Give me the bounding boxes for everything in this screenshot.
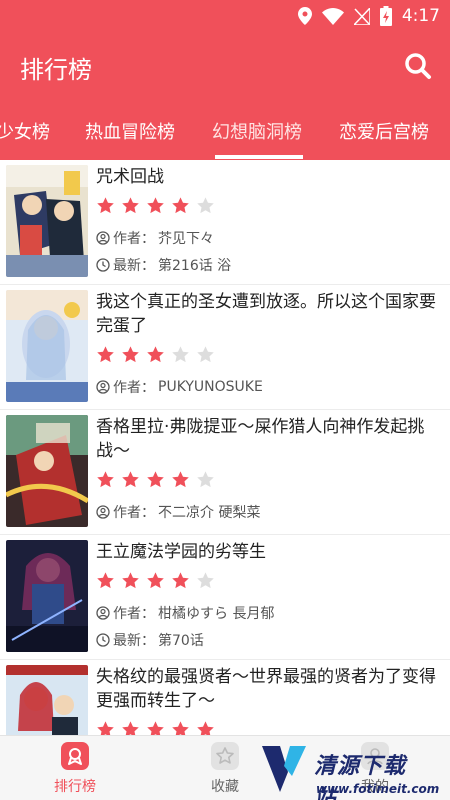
latest-chapter-row: 最新： 第216话 浴	[96, 255, 231, 275]
star-filled-icon	[97, 471, 114, 488]
author-row: 作者： 柑橘ゆすら 長月郁	[96, 603, 274, 623]
author-name: 芥见下々	[158, 231, 214, 247]
star-filled-icon	[172, 471, 189, 488]
manga-cover[interactable]	[6, 290, 88, 402]
status-icons: 4:17	[297, 4, 440, 28]
status-time: 4:17	[401, 6, 440, 26]
person-circle-icon	[96, 505, 110, 519]
star-icon	[211, 742, 239, 770]
latest-chapter: 第70话	[158, 633, 204, 649]
tab-fantasy[interactable]: 幻想脑洞榜	[212, 118, 302, 144]
latest-label: 最新：	[113, 258, 155, 274]
clock-icon	[96, 633, 110, 647]
star-filled-icon	[147, 471, 164, 488]
manga-title: 香格里拉·弗陇提亚～屎作猎人向神作发起挑战～	[96, 417, 425, 461]
star-filled-icon	[122, 572, 139, 589]
star-filled-icon	[147, 197, 164, 214]
author-label: 作者：	[113, 380, 155, 396]
clock-icon	[96, 258, 110, 272]
star-filled-icon	[97, 721, 114, 735]
star-filled-icon	[147, 721, 164, 735]
star-filled-icon	[147, 572, 164, 589]
author-name: 柑橘ゆすら 長月郁	[158, 606, 275, 622]
author-label: 作者：	[113, 606, 155, 622]
manga-title: 咒术回战	[96, 167, 164, 187]
search-icon	[405, 53, 431, 79]
manga-title: 王立魔法学园的劣等生	[96, 542, 266, 562]
nav-ranking[interactable]: 排行榜	[35, 742, 115, 796]
manga-cover[interactable]	[6, 540, 88, 652]
star-filled-icon	[172, 721, 189, 735]
battery-charging-icon	[379, 6, 392, 26]
no-signal-icon	[353, 7, 370, 25]
author-name: PUKYUNOSUKE	[158, 379, 263, 395]
star-filled-icon	[97, 572, 114, 589]
star-filled-icon	[122, 471, 139, 488]
star-filled-icon	[122, 346, 139, 363]
manga-title: 我这个真正的圣女遭到放逐。所以这个国家要完蛋了	[96, 292, 436, 336]
person-circle-icon	[96, 606, 110, 620]
author-label: 作者：	[113, 505, 155, 521]
manga-ranking-list[interactable]: 咒术回战 作者： 芥见下々 最新： 第216话 浴 我这个真正的圣女遭到放逐。所…	[0, 160, 450, 735]
star-empty-icon	[197, 346, 214, 363]
author-label: 作者：	[113, 231, 155, 247]
tab-hot-blooded-adventure[interactable]: 热血冒险榜	[85, 118, 175, 144]
person-circle-icon	[96, 380, 110, 394]
active-tab-indicator	[215, 155, 303, 159]
rating-stars	[96, 720, 215, 735]
star-filled-icon	[172, 197, 189, 214]
author-row: 作者： PUKYUNOSUKE	[96, 377, 263, 397]
manga-cover[interactable]	[6, 415, 88, 527]
tab-romance-harem[interactable]: 恋爱后宫榜	[339, 118, 429, 144]
nav-favorites[interactable]: 收藏	[185, 742, 265, 796]
star-filled-icon	[172, 572, 189, 589]
manga-cover[interactable]	[6, 665, 88, 735]
location-icon	[297, 7, 312, 25]
rating-stars	[96, 571, 215, 590]
manga-cover[interactable]	[6, 165, 88, 277]
star-filled-icon	[97, 197, 114, 214]
star-filled-icon	[122, 197, 139, 214]
tab-shoujo[interactable]: 少女榜	[0, 118, 50, 144]
nav-ranking-label: 排行榜	[54, 779, 96, 795]
author-row: 作者： 不二凉介 硬梨菜	[96, 502, 260, 522]
wifi-icon	[321, 7, 344, 25]
watermark: 清源下载站 www.fotimeit.com	[258, 742, 439, 800]
category-tabs: 少女榜 热血冒险榜 幻想脑洞榜 恋爱后宫榜	[0, 102, 450, 160]
watermark-logo-icon	[262, 746, 306, 792]
list-item[interactable]: 失格纹的最强贤者～世界最强的贤者为了变得更强而转生了～	[0, 660, 450, 735]
latest-chapter-row: 最新： 第70话	[96, 630, 204, 650]
status-bar: 4:17	[0, 0, 450, 32]
list-item[interactable]: 王立魔法学园的劣等生 作者： 柑橘ゆすら 長月郁 最新： 第70话	[0, 535, 450, 660]
star-filled-icon	[147, 346, 164, 363]
watermark-url: www.fotimeit.com	[316, 782, 440, 796]
ranking-icon	[61, 742, 89, 770]
list-item[interactable]: 咒术回战 作者： 芥见下々 最新： 第216话 浴	[0, 160, 450, 285]
star-filled-icon	[97, 346, 114, 363]
star-filled-icon	[122, 721, 139, 735]
rating-stars	[96, 345, 215, 364]
list-item[interactable]: 我这个真正的圣女遭到放逐。所以这个国家要完蛋了 作者： PUKYUNOSUKE	[0, 285, 450, 410]
rating-stars	[96, 470, 215, 489]
star-empty-icon	[197, 197, 214, 214]
list-item[interactable]: 香格里拉·弗陇提亚～屎作猎人向神作发起挑战～ 作者： 不二凉介 硬梨菜	[0, 410, 450, 535]
person-circle-icon	[96, 231, 110, 245]
star-empty-icon	[172, 346, 189, 363]
star-filled-icon	[197, 721, 214, 735]
rating-stars	[96, 196, 215, 215]
manga-title: 失格纹的最强贤者～世界最强的贤者为了变得更强而转生了～	[96, 667, 436, 711]
author-row: 作者： 芥见下々	[96, 228, 214, 248]
nav-favorites-label: 收藏	[211, 779, 239, 795]
star-empty-icon	[197, 471, 214, 488]
app-bar: 排行榜	[0, 32, 450, 102]
star-empty-icon	[197, 572, 214, 589]
latest-chapter: 第216话 浴	[158, 258, 232, 274]
latest-label: 最新：	[113, 633, 155, 649]
page-title: 排行榜	[20, 56, 92, 84]
search-button[interactable]	[400, 48, 436, 84]
author-name: 不二凉介 硬梨菜	[158, 505, 261, 521]
